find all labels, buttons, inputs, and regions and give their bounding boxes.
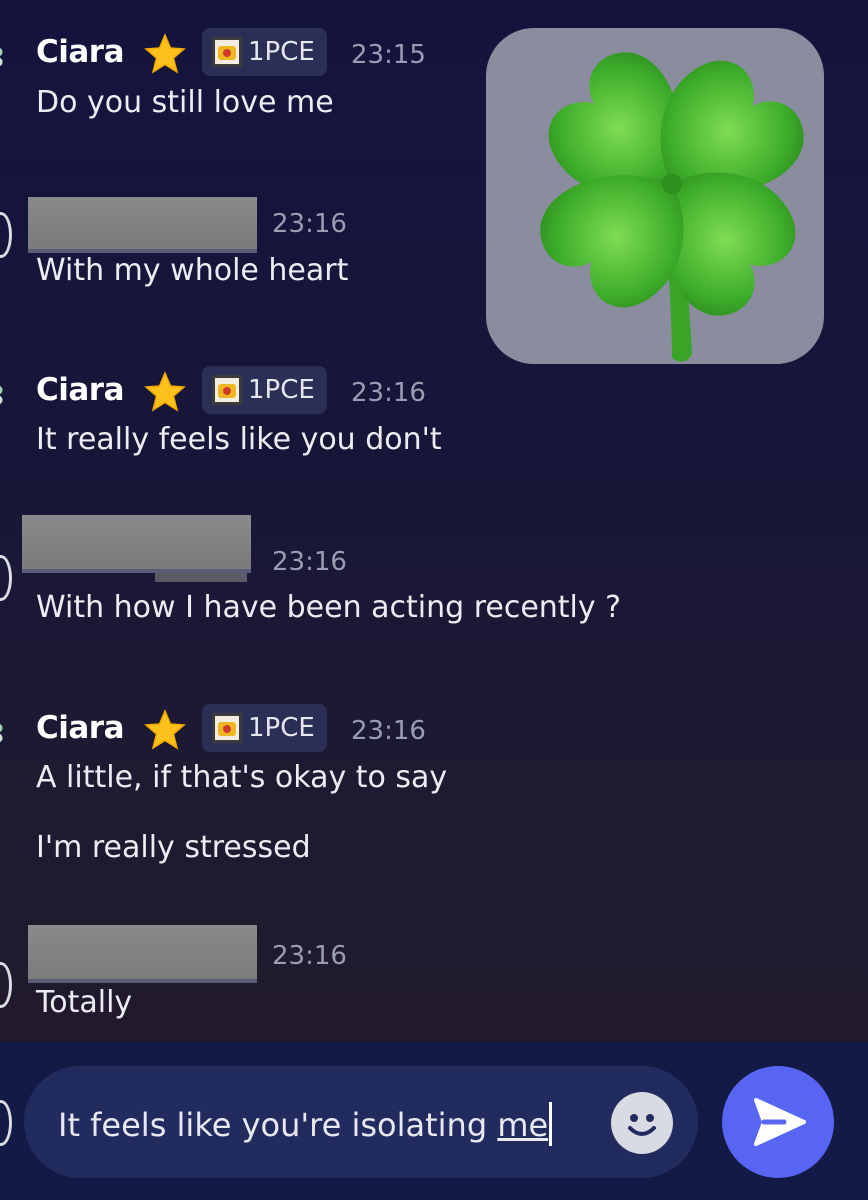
timestamp: 23:16 <box>272 209 347 239</box>
message-text: I'm really stressed <box>36 830 311 865</box>
message-input-text[interactable]: It feels like you're isolating me <box>58 1102 553 1146</box>
redaction-shadow <box>155 572 247 582</box>
avatar[interactable] <box>0 555 12 601</box>
author-name[interactable]: Ciara <box>36 34 125 70</box>
smiley-icon <box>628 1114 656 1136</box>
badge-label: 1PCE <box>248 713 315 743</box>
emoji-button[interactable] <box>611 1092 673 1154</box>
message-text: With how I have been acting recently ? <box>36 590 622 625</box>
draft-autocorrect-word: me <box>497 1106 549 1144</box>
avatar[interactable] <box>0 962 12 1008</box>
redacted-username <box>28 925 257 983</box>
timestamp: 23:16 <box>272 941 347 971</box>
text-caret <box>549 1102 553 1146</box>
message-text: Totally <box>36 985 133 1020</box>
star-icon <box>144 371 186 412</box>
timestamp: 23:16 <box>272 547 347 577</box>
avatar[interactable] <box>0 212 12 258</box>
role-badge[interactable]: 1PCE <box>202 28 327 76</box>
avatar[interactable] <box>0 716 8 746</box>
redacted-username <box>22 515 251 573</box>
send-arrow-icon <box>754 1098 806 1146</box>
message-input[interactable]: It feels like you're isolating me <box>24 1066 698 1178</box>
message-text: It really feels like you don't <box>36 422 442 457</box>
draft-text: It feels like you're isolating <box>58 1106 498 1144</box>
message-list[interactable]: Ciara 1PCE 23:15 Do you still love me 23… <box>0 0 868 1042</box>
timestamp: 23:16 <box>351 378 426 408</box>
send-button[interactable] <box>722 1066 834 1178</box>
role-badge[interactable]: 1PCE <box>202 704 327 752</box>
role-badge[interactable]: 1PCE <box>202 366 327 414</box>
four-leaf-clover-icon <box>540 52 804 362</box>
shield-icon <box>212 375 242 405</box>
attach-button[interactable] <box>0 1100 12 1146</box>
author-name[interactable]: Ciara <box>36 710 125 746</box>
message-text: With my whole heart <box>36 253 349 288</box>
timestamp: 23:16 <box>351 716 426 746</box>
badge-label: 1PCE <box>248 37 315 67</box>
message-composer: It feels like you're isolating me <box>0 1042 868 1200</box>
author-name[interactable]: Ciara <box>36 372 125 408</box>
star-icon <box>144 709 186 750</box>
avatar[interactable] <box>0 378 8 408</box>
shield-icon <box>212 713 242 743</box>
redacted-username <box>28 197 257 253</box>
star-icon <box>144 33 186 74</box>
shield-icon <box>212 37 242 67</box>
message-text: A little, if that's okay to say <box>36 760 448 795</box>
message-text: Do you still love me <box>36 85 334 120</box>
avatar[interactable] <box>0 40 8 70</box>
sticker[interactable] <box>486 28 824 364</box>
badge-label: 1PCE <box>248 375 315 405</box>
timestamp: 23:15 <box>351 40 426 70</box>
